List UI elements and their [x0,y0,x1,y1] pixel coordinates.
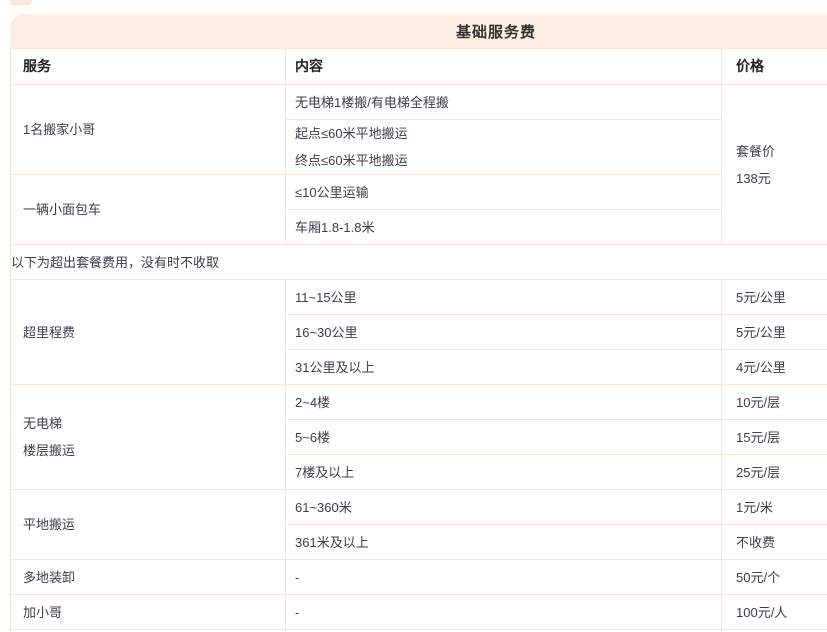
column-header-service: 服务 [11,49,286,85]
page-viewport: 基础服务费 服务 内容 价格 1名搬家小哥无电梯1楼搬/有电梯全程搬套餐价 13… [0,0,827,632]
cell-price: 15元/层 [722,420,827,455]
cell-price: 4元/公里 [722,350,827,385]
base-service-fee-table: 基础服务费 服务 内容 价格 1名搬家小哥无电梯1楼搬/有电梯全程搬套餐价 13… [10,14,827,632]
cell-content: 16~30公里 [286,315,722,350]
cell-price: 1元/米 [722,490,827,525]
cell-content: - [286,560,722,595]
header-row: 服务 内容 价格 [11,49,827,85]
fee-table: 服务 内容 价格 1名搬家小哥无电梯1楼搬/有电梯全程搬套餐价 138元起点≤6… [10,48,827,632]
cell-price: 不收费 [722,525,827,560]
cell-content: 无电梯1楼搬/有电梯全程搬 [286,85,722,120]
cell-price: 5元/公里 [722,315,827,350]
table-row: 超里程费11~15公里5元/公里 [11,280,827,315]
table-row: 平地搬运61~360米1元/米 [11,490,827,525]
cell-service: 1名搬家小哥 [11,85,286,175]
column-header-content: 内容 [286,49,722,85]
cell-content: ≤10公里运输 [286,175,722,210]
column-header-price: 价格 [722,49,827,85]
cell-service: 平地搬运 [11,490,286,560]
cell-price: 10元/层 [722,385,827,420]
table-row: 无电梯 楼层搬运2~4楼10元/层 [11,385,827,420]
cell-content: 7楼及以上 [286,455,722,490]
cell-service: 超里程费 [11,280,286,385]
cell-price: 5元/公里 [722,280,827,315]
cell-service: 加小哥 [11,595,286,630]
table-row: 加小哥-100元/人 [11,595,827,630]
cell-content: 11~15公里 [286,280,722,315]
cell-content: - [286,595,722,630]
cell-price: 100元/人 [722,595,827,630]
table-row: 多地装卸-50元/个 [11,560,827,595]
scroll-artifact [10,0,32,5]
cell-price: 套餐价 138元 [722,85,827,245]
cell-price: 25元/层 [722,455,827,490]
note-row: 以下为超出套餐费用，没有时不收取 [11,245,827,280]
table-row: 1名搬家小哥无电梯1楼搬/有电梯全程搬套餐价 138元 [11,85,827,120]
cell-content: 31公里及以上 [286,350,722,385]
cell-content: 车厢1.8-1.8米 [286,210,722,245]
fee-table-body: 1名搬家小哥无电梯1楼搬/有电梯全程搬套餐价 138元起点≤60米平地搬运 终点… [11,85,827,632]
cell-content: 5~6楼 [286,420,722,455]
cell-price: 50元/个 [722,560,827,595]
cell-service: 无电梯 楼层搬运 [11,385,286,490]
cell-content: 2~4楼 [286,385,722,420]
cell-content: 361米及以上 [286,525,722,560]
cell-service: 一辆小面包车 [11,175,286,245]
table-title-band: 基础服务费 [10,14,827,48]
excess-fee-note: 以下为超出套餐费用，没有时不收取 [11,245,827,280]
table-row: 一辆小面包车≤10公里运输 [11,175,827,210]
cell-service: 多地装卸 [11,560,286,595]
cell-content: 起点≤60米平地搬运 终点≤60米平地搬运 [286,120,722,175]
cell-content: 61~360米 [286,490,722,525]
table-title: 基础服务费 [456,21,536,42]
